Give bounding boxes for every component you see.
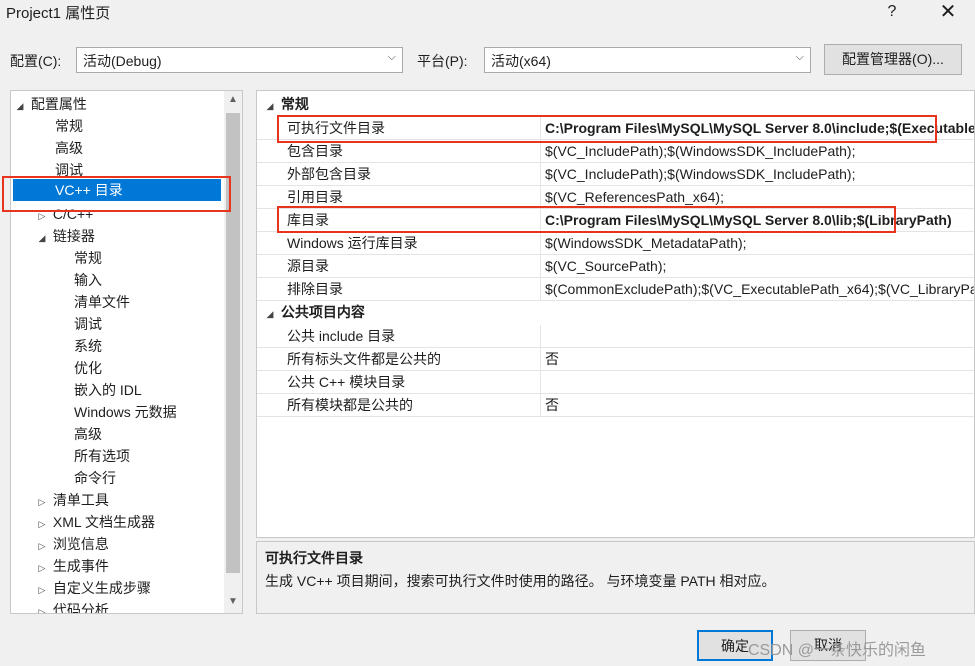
tree-item-general[interactable]: 常规: [55, 115, 83, 137]
expanded-triangle-icon: ◢: [266, 101, 274, 111]
tree-item-build-events[interactable]: ▷ 生成事件: [35, 555, 109, 577]
tree-item-linker-embedded-idl[interactable]: 嵌入的 IDL: [74, 379, 142, 401]
category-label: 公共项目内容: [280, 304, 365, 320]
tree-item-linker-command-line[interactable]: 命令行: [74, 467, 116, 489]
tree-item-linker-windows-metadata[interactable]: Windows 元数据: [74, 401, 177, 423]
row-name: 所有标头文件都是公共的: [287, 351, 441, 367]
tree-item-linker-system[interactable]: 系统: [74, 335, 102, 357]
row-value[interactable]: $(VC_IncludePath);$(WindowsSDK_IncludePa…: [545, 163, 856, 185]
tree-item-linker-all-options[interactable]: 所有选项: [74, 445, 130, 467]
grid-row-all-headers-public[interactable]: 所有标头文件都是公共的 否: [257, 348, 974, 371]
tree-label: 链接器: [52, 228, 95, 244]
collapsed-triangle-icon: ▷: [38, 497, 46, 507]
tree-label: 浏览信息: [52, 536, 109, 552]
chevron-down-icon: ⌵: [795, 51, 804, 63]
config-manager-button[interactable]: 配置管理器(O)...: [824, 44, 962, 75]
description-panel: 可执行文件目录 生成 VC++ 项目期间，搜索可执行文件时使用的路径。 与环境变…: [256, 541, 975, 614]
tree-item-browse-info[interactable]: ▷ 浏览信息: [35, 533, 109, 555]
window-title: Project1 属性页: [6, 5, 111, 22]
chevron-down-icon: ⌵: [387, 51, 396, 63]
collapsed-triangle-icon: ▷: [38, 585, 46, 595]
expanded-triangle-icon: ◢: [16, 101, 24, 111]
annotation-highlight-box: [277, 206, 896, 233]
grid-row-exclude-dirs[interactable]: 排除目录 $(CommonExcludePath);$(VC_Executable…: [257, 278, 974, 301]
row-name: 公共 C++ 模块目录: [287, 374, 406, 390]
row-value[interactable]: $(WindowsSDK_MetadataPath);: [545, 232, 747, 254]
row-name: 外部包含目录: [287, 166, 371, 182]
grid-row-winrt-dirs[interactable]: Windows 运行库目录 $(WindowsSDK_MetadataPath);: [257, 232, 974, 255]
tree-scrollbar[interactable]: ▲ ▼: [224, 91, 242, 613]
platform-label: 平台(P):: [417, 53, 468, 69]
scroll-down-icon[interactable]: ▼: [224, 596, 242, 607]
annotation-highlight-box: [2, 176, 231, 212]
grid-row-public-include-dirs[interactable]: 公共 include 目录: [257, 325, 974, 348]
grid-row-source-dirs[interactable]: 源目录 $(VC_SourcePath);: [257, 255, 974, 278]
description-text: 生成 VC++ 项目期间，搜索可执行文件时使用的路径。 与环境变量 PATH 相…: [265, 573, 776, 589]
tree-label: 生成事件: [52, 558, 109, 574]
help-button[interactable]: ?: [880, 0, 904, 24]
tree-label: XML 文档生成器: [52, 514, 156, 530]
close-button[interactable]: ✕: [936, 0, 960, 24]
tree-label: 代码分析: [52, 602, 109, 614]
tree-item-advanced[interactable]: 高级: [55, 137, 83, 159]
tree-item-manifest-tool[interactable]: ▷ 清单工具: [35, 489, 109, 511]
tree-item-linker-debugging[interactable]: 调试: [74, 313, 102, 335]
config-label: 配置(C):: [10, 53, 62, 69]
expanded-triangle-icon: ◢: [38, 233, 46, 243]
row-value[interactable]: 否: [545, 348, 559, 370]
row-value[interactable]: $(CommonExcludePath);$(VC_ExecutablePath…: [545, 278, 974, 300]
collapsed-triangle-icon: ▷: [38, 563, 46, 573]
platform-combo[interactable]: 活动(x64) ⌵: [484, 47, 811, 73]
scroll-up-icon[interactable]: ▲: [224, 94, 242, 105]
property-grid[interactable]: ◢ 常规 可执行文件目录 C:\Program Files\MySQL\MySQL…: [256, 90, 975, 538]
row-value[interactable]: $(VC_IncludePath);$(WindowsSDK_IncludePa…: [545, 140, 856, 162]
row-value[interactable]: $(VC_SourcePath);: [545, 255, 666, 277]
row-value[interactable]: $(VC_ReferencesPath_x64);: [545, 186, 724, 208]
row-name: 所有模块都是公共的: [287, 397, 413, 413]
collapsed-triangle-icon: ▷: [38, 519, 46, 529]
tree-item-linker-input[interactable]: 输入: [74, 269, 102, 291]
tree-label: 清单工具: [52, 492, 109, 508]
description-title: 可执行文件目录: [265, 550, 363, 566]
config-value: 活动(Debug): [83, 53, 162, 69]
platform-value: 活动(x64): [491, 53, 551, 69]
tree-item-linker-manifest[interactable]: 清单文件: [74, 291, 130, 313]
tree-item-xml-doc-generator[interactable]: ▷ XML 文档生成器: [35, 511, 156, 533]
tree-item-linker-advanced[interactable]: 高级: [74, 423, 102, 445]
tree-root-config-properties[interactable]: ◢ 配置属性: [13, 93, 87, 115]
grid-row-public-cpp-module-dirs[interactable]: 公共 C++ 模块目录: [257, 371, 974, 394]
grid-row-all-modules-public[interactable]: 所有模块都是公共的 否: [257, 394, 974, 417]
tree-item-code-analysis[interactable]: ▷ 代码分析: [35, 599, 109, 614]
category-label: 常规: [280, 96, 309, 112]
row-name: 源目录: [287, 258, 329, 274]
row-name: 公共 include 目录: [287, 328, 396, 344]
annotation-highlight-box: [277, 115, 937, 143]
row-name: 包含目录: [287, 143, 343, 159]
category-public-project-content[interactable]: ◢ 公共项目内容: [257, 301, 974, 323]
tree-item-linker[interactable]: ◢ 链接器: [35, 225, 95, 247]
category-general[interactable]: ◢ 常规: [257, 93, 974, 115]
tree-item-linker-general[interactable]: 常规: [74, 247, 102, 269]
row-value[interactable]: 否: [545, 394, 559, 416]
row-name: 引用目录: [287, 189, 343, 205]
property-tree[interactable]: ◢ 配置属性 常规 高级 调试 VC++ 目录 ▷ C/C++ ◢ 链接器 常规…: [10, 90, 243, 614]
row-name: 排除目录: [287, 281, 343, 297]
collapsed-triangle-icon: ▷: [38, 607, 46, 614]
row-name: Windows 运行库目录: [287, 235, 418, 251]
grid-row-include-dirs[interactable]: 包含目录 $(VC_IncludePath);$(WindowsSDK_Inclu…: [257, 140, 974, 163]
csdn-watermark: CSDN @一条快乐的闲鱼: [748, 642, 927, 659]
tree-label: 自定义生成步骤: [52, 580, 151, 596]
expanded-triangle-icon: ◢: [266, 309, 274, 319]
tree-item-linker-optimization[interactable]: 优化: [74, 357, 102, 379]
tree-item-custom-build-step[interactable]: ▷ 自定义生成步骤: [35, 577, 151, 599]
grid-row-external-include-dirs[interactable]: 外部包含目录 $(VC_IncludePath);$(WindowsSDK_Inc…: [257, 163, 974, 186]
tree-label: 配置属性: [30, 96, 87, 112]
config-combo[interactable]: 活动(Debug) ⌵: [76, 47, 403, 73]
collapsed-triangle-icon: ▷: [38, 541, 46, 551]
